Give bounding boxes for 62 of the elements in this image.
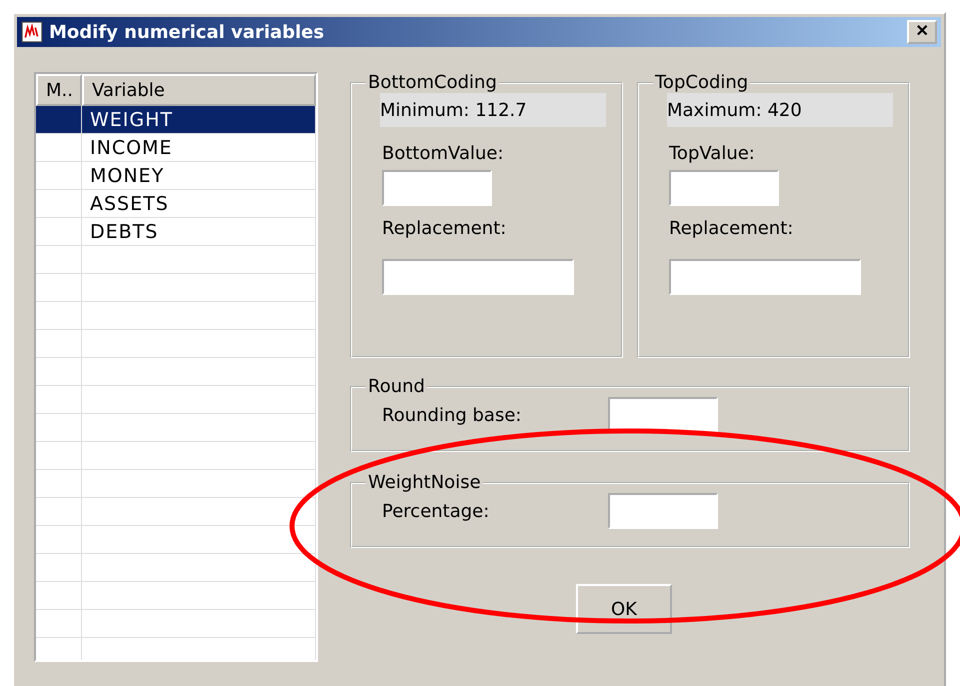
field-label: BottomValue: (382, 143, 505, 164)
field-label: Replacement: (382, 218, 508, 239)
field-label: Percentage: (382, 500, 490, 522)
table-cell[interactable]: ASSETS (82, 190, 316, 218)
close-button[interactable]: ✕ (907, 20, 937, 44)
field-label: Replacement: (669, 218, 794, 239)
table-cell[interactable] (36, 134, 82, 162)
table-cell[interactable] (36, 554, 82, 582)
table-cell[interactable] (36, 498, 82, 526)
group-title: BottomCoding (367, 72, 498, 93)
group-title: Round (367, 376, 426, 397)
table-cell[interactable] (82, 274, 316, 302)
column-header[interactable]: M.. (36, 74, 82, 106)
input-field[interactable] (382, 170, 492, 206)
table-cell[interactable] (36, 330, 82, 358)
table-cell[interactable] (82, 442, 316, 470)
table-cell[interactable] (36, 582, 82, 610)
info-label: Maximum: 420 (667, 93, 893, 127)
table-cell[interactable]: DEBTS (82, 218, 316, 246)
table-cell[interactable] (36, 386, 82, 414)
table-cell[interactable] (82, 498, 316, 526)
table-cell[interactable] (82, 386, 316, 414)
table-cell[interactable] (82, 414, 316, 442)
table-cell[interactable]: INCOME (82, 134, 316, 162)
table-cell[interactable] (36, 190, 82, 218)
info-label: Minimum: 112.7 (380, 93, 606, 127)
table-cell[interactable] (36, 302, 82, 330)
field-label: Rounding base: (382, 404, 522, 426)
table-cell[interactable] (36, 470, 82, 498)
input-field[interactable] (608, 397, 718, 433)
table-cell[interactable] (36, 442, 82, 470)
input-field[interactable] (669, 259, 861, 295)
table-cell[interactable] (36, 526, 82, 554)
table-cell[interactable] (36, 246, 82, 274)
table-cell[interactable] (36, 106, 82, 134)
table-cell[interactable] (36, 218, 82, 246)
table-cell[interactable] (82, 582, 316, 610)
table-cell[interactable] (82, 610, 316, 638)
input-field[interactable] (669, 170, 779, 206)
table-cell[interactable] (82, 554, 316, 582)
table-cell[interactable] (82, 302, 316, 330)
table-cell[interactable] (36, 358, 82, 386)
field-label: TopValue: (669, 143, 756, 164)
group-title: TopCoding (654, 72, 750, 93)
table-cell[interactable] (36, 414, 82, 442)
table-cell[interactable] (82, 358, 316, 386)
table-cell[interactable] (82, 526, 316, 554)
table-cell[interactable] (36, 610, 82, 638)
input-field[interactable] (382, 259, 574, 295)
input-field[interactable] (608, 493, 718, 529)
ok-button[interactable]: OK (576, 584, 672, 634)
group-title: WeightNoise (367, 472, 482, 493)
table-cell[interactable] (82, 470, 316, 498)
column-header[interactable]: Variable (82, 74, 316, 106)
table-cell[interactable]: WEIGHT (82, 106, 316, 134)
chart-app-icon (21, 21, 43, 43)
table-cell[interactable]: MONEY (82, 162, 316, 190)
table-cell[interactable] (36, 162, 82, 190)
table-cell[interactable] (82, 246, 316, 274)
table-cell[interactable] (82, 330, 316, 358)
table-cell[interactable] (36, 274, 82, 302)
window-title: Modify numerical variables (49, 22, 326, 42)
